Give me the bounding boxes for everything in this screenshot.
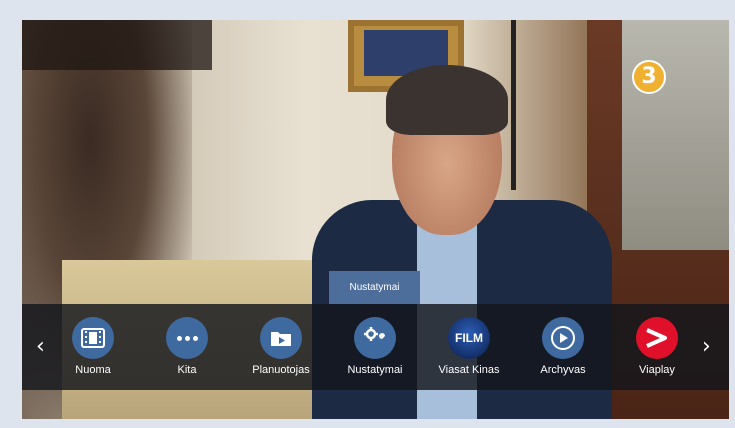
scene-cabinet-glass — [622, 20, 729, 250]
play-circle-icon — [542, 317, 584, 359]
menu-item-label: Kita — [177, 364, 197, 376]
scene-dark-corner — [22, 20, 212, 70]
menu-item-label: Nuoma — [75, 364, 111, 376]
channel-logo: 3 — [632, 60, 666, 94]
selected-item-tooltip: Nustatymai — [329, 271, 420, 304]
menu-item-viaplay[interactable]: Viaplay — [612, 317, 702, 376]
scene-man-hair — [386, 65, 508, 135]
viaplay-logo-icon — [636, 317, 678, 359]
tv-video-frame: 3 Nustatymai ‹ › Nuoma Kita Planuotojas … — [22, 20, 729, 419]
film-strip-icon — [72, 317, 114, 359]
menu-item-archyvas[interactable]: Archyvas — [518, 317, 608, 376]
menu-item-nuoma[interactable]: Nuoma — [48, 317, 138, 376]
menu-item-nustatymai[interactable]: Nustatymai — [330, 317, 420, 376]
menu-item-planuotojas[interactable]: Planuotojas — [236, 317, 326, 376]
film-logo-icon: FILM — [448, 317, 490, 359]
scroll-right-arrow[interactable]: › — [702, 336, 711, 358]
menu-item-label: Viasat Kinas — [438, 364, 500, 376]
menu-item-label: Nustatymai — [347, 364, 403, 376]
menu-item-kita[interactable]: Kita — [142, 317, 232, 376]
menu-item-label: Archyvas — [540, 364, 586, 376]
menu-item-label: Viaplay — [639, 364, 675, 376]
settings-tools-icon — [354, 317, 396, 359]
menu-item-viasat-kinas[interactable]: FILM Viasat Kinas — [424, 317, 514, 376]
scene-lamp-pole — [511, 20, 516, 190]
folder-play-icon — [260, 317, 302, 359]
menu-item-label: Planuotojas — [252, 364, 310, 376]
more-dots-icon — [166, 317, 208, 359]
scroll-left-arrow[interactable]: ‹ — [36, 336, 45, 358]
